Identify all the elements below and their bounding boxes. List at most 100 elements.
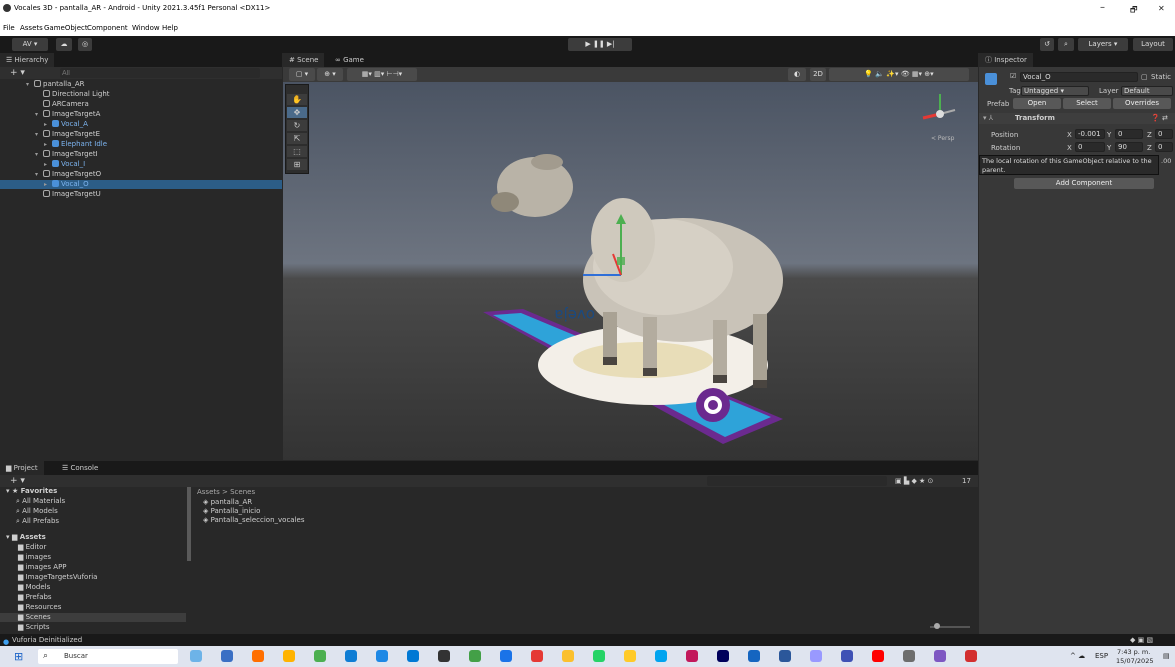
premiere-icon[interactable] (717, 650, 729, 662)
scene-file-item[interactable]: ◈ pantalla_AR (203, 498, 252, 507)
close-button[interactable]: ✕ (1158, 4, 1165, 13)
collab-icon[interactable]: ◎ (78, 38, 92, 51)
app-icon[interactable] (314, 650, 326, 662)
tab-console[interactable]: ☰ Console (56, 461, 105, 475)
hierarchy-row[interactable]: ▾ ImageTargetI (0, 150, 282, 159)
acrobat-icon[interactable] (965, 650, 977, 662)
tab-scene[interactable]: # Scene (283, 53, 325, 67)
tab-project[interactable]: ▆ Project (0, 461, 44, 475)
add-component-button[interactable]: Add Component (1014, 178, 1154, 189)
object-name-field[interactable]: Vocal_O (1020, 72, 1138, 82)
expand-arrow-icon[interactable]: ▾ (35, 130, 43, 139)
favorite-item[interactable]: ⌕ All Materials (16, 497, 65, 506)
task-view-icon[interactable] (221, 650, 233, 662)
app-icon[interactable] (748, 650, 760, 662)
snap-toolbar[interactable]: ▦▾ ▥▾ ⊢⊣▾ (347, 68, 417, 81)
status-icons[interactable]: ◆ ▣ ▧ (1130, 634, 1153, 646)
app-icon[interactable] (283, 650, 295, 662)
folder-item[interactable]: ▆ Scenes (0, 613, 186, 622)
hierarchy-row[interactable]: ▾ ImageTargetA (0, 110, 282, 119)
store-icon[interactable] (407, 650, 419, 662)
project-filter-icons[interactable]: ▣ ▙ ◆ ★ ⊙ (895, 477, 933, 485)
minimize-button[interactable]: – (1100, 2, 1105, 13)
hierarchy-row[interactable]: ▸ Vocal_I (0, 160, 282, 169)
hierarchy-row[interactable]: Directional Light (0, 90, 282, 99)
tab-game[interactable]: ∞ Game (329, 53, 370, 67)
folder-item[interactable]: ▆ Editor (0, 543, 186, 552)
tray-icons[interactable]: ^ ☁ (1070, 652, 1085, 660)
orientation-gizmo[interactable]: < Persp (922, 94, 956, 142)
vscode-icon[interactable] (841, 650, 853, 662)
layer-dropdown[interactable]: Default (1121, 86, 1173, 96)
app-icon[interactable] (345, 650, 357, 662)
pos-y-field[interactable]: 0 (1115, 129, 1143, 139)
app-icon[interactable] (500, 650, 512, 662)
illustrator-icon[interactable] (872, 650, 884, 662)
windows-start-icon[interactable]: ⊞ (14, 650, 23, 663)
restore-button[interactable]: 🗗 (1130, 4, 1138, 18)
clock-date[interactable]: 15/07/2025 (1116, 657, 1153, 665)
scale-tool-icon[interactable]: ⇱ (287, 133, 307, 144)
hand-tool-icon[interactable]: ✋ (287, 94, 307, 105)
folder-item[interactable]: ▆ Prefabs (0, 593, 186, 602)
hierarchy-row[interactable]: ▾ ImageTargetO (0, 170, 282, 179)
hierarchy-row[interactable]: ▸ Vocal_O (0, 180, 282, 189)
app-icon[interactable] (252, 650, 264, 662)
undo-history-icon[interactable]: ↺ (1040, 38, 1054, 51)
hierarchy-row[interactable]: ImageTargetU (0, 190, 282, 199)
scene-viewport[interactable]: oveja < Persp (283, 82, 978, 460)
hierarchy-row[interactable]: ▾ pantalla_AR (0, 80, 282, 89)
favorite-item[interactable]: ⌕ All Models (16, 507, 58, 516)
app-icon[interactable] (624, 650, 636, 662)
create-icon[interactable]: + ▾ (10, 476, 25, 486)
transform-settings-icon[interactable]: ❓ ⇄ (1151, 114, 1168, 122)
expand-arrow-icon[interactable]: ▾ (35, 110, 43, 119)
account-button[interactable]: AV ▾ (12, 38, 48, 51)
folder-item[interactable]: ▆ Models (0, 583, 186, 592)
scene-file-item[interactable]: ◈ Pantalla_inicio (203, 507, 260, 516)
rot-y-field[interactable]: 90 (1115, 142, 1143, 152)
expand-arrow-icon[interactable]: ▸ (44, 140, 52, 149)
whatsapp-icon[interactable] (593, 650, 605, 662)
scene-view-options[interactable]: 💡 🔈 ✨▾ 👁 ▦▾ ⊕▾ (829, 68, 969, 81)
layout-dropdown[interactable]: Layout (1133, 38, 1173, 51)
gizmo-dropdown[interactable]: ⊕ ▾ (317, 68, 343, 81)
rot-x-field[interactable]: 0 (1075, 142, 1105, 152)
add-icon[interactable]: + ▾ (10, 68, 25, 78)
rect-tool-icon[interactable]: ⬚ (287, 146, 307, 157)
expand-arrow-icon[interactable]: ▸ (44, 160, 52, 169)
assets-label[interactable]: ▾ ▆ Assets (6, 533, 46, 541)
expand-arrow-icon[interactable]: ▾ (26, 80, 34, 89)
folder-item[interactable]: ▆ images (0, 553, 186, 562)
transform-tool-icon[interactable]: ⊞ (287, 159, 307, 170)
transform-header[interactable]: ▾ ⅄ Transform ❓ ⇄ (979, 113, 1175, 124)
cloud-icon[interactable]: ☁ (56, 38, 72, 51)
indesign-icon[interactable] (686, 650, 698, 662)
menu-assets[interactable]: Assets (20, 24, 43, 32)
expand-arrow-icon[interactable]: ▾ (35, 170, 43, 179)
language-indicator[interactable]: ESP (1095, 652, 1108, 660)
visual-studio-icon[interactable] (934, 650, 946, 662)
menu-component[interactable]: Component (87, 24, 128, 32)
search-icon[interactable]: ⌕ (1058, 38, 1074, 51)
draw-mode-dropdown[interactable]: ▢ ▾ (289, 68, 315, 81)
hierarchy-row[interactable]: ARCamera (0, 100, 282, 109)
favorites-label[interactable]: ▾ ★ Favorites (6, 487, 57, 495)
github-icon[interactable] (438, 650, 450, 662)
weather-icon[interactable] (190, 650, 202, 662)
expand-arrow-icon[interactable]: ▾ (35, 150, 43, 159)
app-icon[interactable] (531, 650, 543, 662)
hierarchy-row[interactable]: ▸ Vocal_A (0, 120, 282, 129)
word-icon[interactable] (779, 650, 791, 662)
prefab-select-button[interactable]: Select (1063, 98, 1111, 109)
tab-hierarchy[interactable]: ☰ Hierarchy (0, 53, 55, 67)
prefab-open-button[interactable]: Open (1013, 98, 1061, 109)
scene-file-item[interactable]: ◈ Pantalla_seleccion_vocales (203, 516, 304, 525)
layers-dropdown[interactable]: Layers ▾ (1078, 38, 1128, 51)
rot-z-field[interactable]: 0 (1155, 142, 1173, 152)
edge-icon[interactable] (376, 650, 388, 662)
static-checkbox[interactable]: ▢ (1141, 73, 1148, 81)
folder-item[interactable]: ▆ Scripts (0, 623, 186, 632)
folder-item[interactable]: ▆ images APP (0, 563, 186, 572)
chrome-icon[interactable] (562, 650, 574, 662)
